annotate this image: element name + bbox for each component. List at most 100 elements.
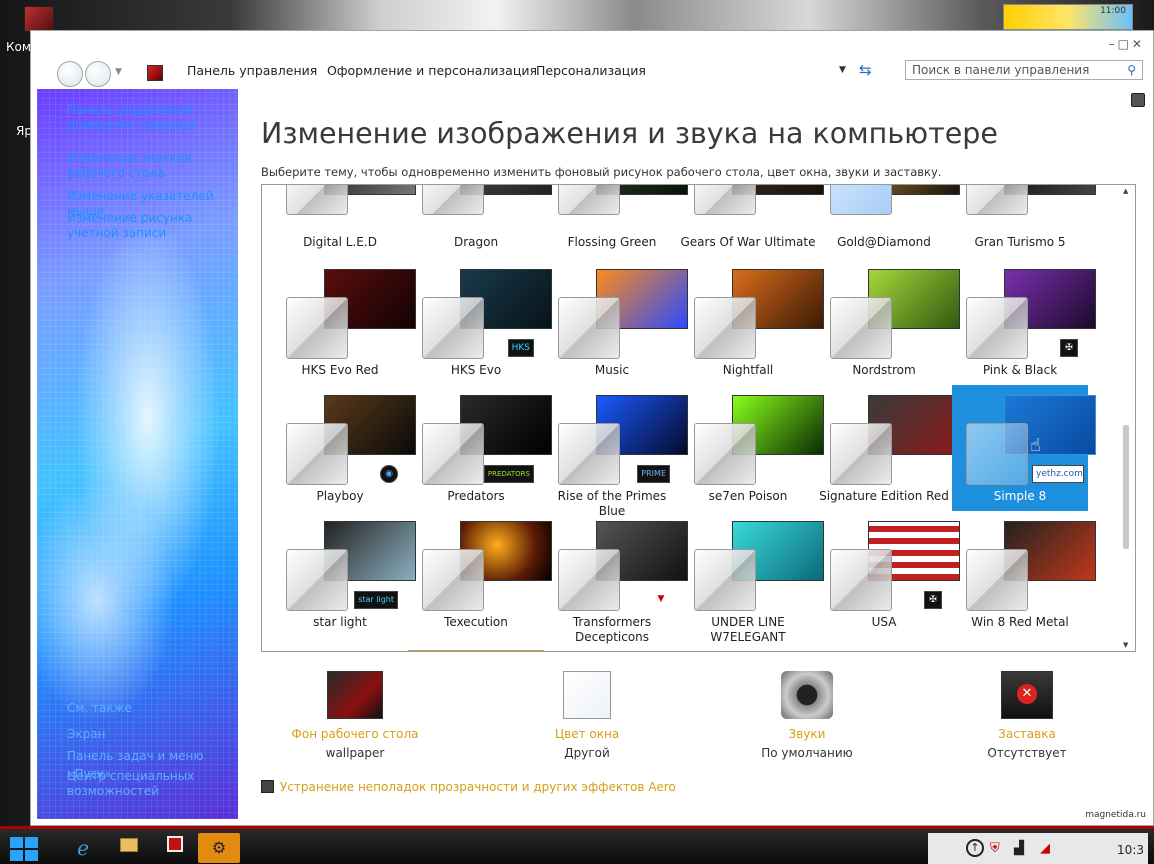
theme-under-line-w7elegant[interactable]: UNDER LINE W7ELEGANT xyxy=(680,511,824,644)
sidebar-link-display[interactable]: Экран xyxy=(67,725,237,743)
computer-desktop-label[interactable]: Ком xyxy=(6,40,31,54)
decepticon-logo-icon: ▼ xyxy=(652,591,670,609)
theme-music[interactable]: Music xyxy=(544,259,688,385)
breadcrumb-control-panel[interactable]: Панель управления xyxy=(187,63,317,78)
screensaver-link[interactable]: Заставка xyxy=(957,727,1097,741)
gadget-time: 11:00 xyxy=(1100,6,1126,16)
theme-rise-of-the-primes-blue[interactable]: PRIME Rise of the Primes Blue xyxy=(544,385,688,518)
theme-glass-swatch xyxy=(558,423,620,485)
speaker-icon xyxy=(781,671,833,719)
window-controls[interactable]: –□✕ xyxy=(1109,37,1145,51)
sidebar-link-home[interactable]: Панель управления – домашняя страница xyxy=(67,103,237,133)
theme-win-8-red-metal[interactable]: Win 8 Red Metal xyxy=(952,511,1096,637)
refresh-icon[interactable]: ⇆ xyxy=(859,61,872,79)
cross-logo-icon: ✠ xyxy=(924,591,942,609)
theme-nightfall[interactable]: Nightfall xyxy=(680,259,824,385)
aero-troubleshoot-link[interactable]: Устранение неполадок прозрачности и друг… xyxy=(261,780,676,794)
aero-troubleshoot-text[interactable]: Устранение неполадок прозрачности и друг… xyxy=(280,780,676,794)
theme-list-scrollbar[interactable]: ▲ ▼ xyxy=(1118,185,1135,651)
theme-se7en-poison[interactable]: se7en Poison xyxy=(680,385,824,511)
theme-name: Win 8 Red Metal xyxy=(971,615,1069,629)
theme-playboy[interactable]: ◉ Playboy xyxy=(272,385,416,511)
sounds-setting[interactable]: Звуки По умолчанию xyxy=(737,671,877,760)
start-logo-pane xyxy=(25,850,38,861)
navigation-bar: ▼ Панель управления Оформление и персона… xyxy=(31,55,1153,87)
theme-nordstrom[interactable]: Nordstrom xyxy=(816,259,960,385)
theme-pink-black[interactable]: ✠ Pink & Black xyxy=(952,259,1096,385)
weather-gadget: 11:00 xyxy=(1003,4,1133,30)
search-icon[interactable]: ⚲ xyxy=(1127,63,1136,77)
theme-glass-swatch xyxy=(966,549,1028,611)
start-button[interactable] xyxy=(10,837,40,863)
windows-orb-icon: ◉ xyxy=(380,465,398,483)
screensaver-value: Отсутствует xyxy=(987,746,1067,760)
security-shield-icon[interactable]: ⛨ xyxy=(990,841,1000,856)
theme-name: Flossing Green xyxy=(567,235,657,249)
control-panel-taskbar-button[interactable]: ⚙ xyxy=(198,833,240,863)
window-color-value: Другой xyxy=(564,746,610,760)
sidebar-link-desktop-icons[interactable]: Изменение значков рабочего стола xyxy=(67,151,237,181)
breadcrumb-appearance[interactable]: Оформление и персонализация xyxy=(327,63,537,78)
theme-glass-swatch xyxy=(966,423,1028,485)
theme-glass-swatch xyxy=(558,185,620,215)
theme-name: star light xyxy=(313,615,367,629)
theme-predators[interactable]: PREDATORS Predators xyxy=(408,385,552,511)
prime-logo-badge: PRIME xyxy=(637,465,670,483)
theme-glass-swatch xyxy=(694,297,756,359)
show-hidden-icons-icon[interactable]: ↑ xyxy=(966,839,984,857)
theme-signature-edition-red[interactable]: Signature Edition Red xyxy=(816,385,960,511)
clock[interactable]: 10:3 xyxy=(1117,843,1144,857)
theme-name: Digital L.E.D xyxy=(303,235,377,249)
media-player-icon[interactable] xyxy=(154,833,196,863)
back-button[interactable] xyxy=(57,61,83,87)
theme-glass-swatch xyxy=(286,549,348,611)
predators-logo-badge: PREDATORS xyxy=(483,465,534,483)
desktop-background-setting[interactable]: Фон рабочего стола wallpaper xyxy=(285,671,425,760)
theme-name: Gold@Diamond xyxy=(837,235,931,249)
file-explorer-icon[interactable] xyxy=(108,833,150,863)
taskbar: ℯ ⚙ ↑ ⛨ ▟ ◢ 10:3 xyxy=(0,826,1154,864)
window-color-link[interactable]: Цвет окна xyxy=(517,727,657,741)
theme-hks-evo[interactable]: HKS HKS Evo xyxy=(408,259,552,385)
theme-hks-evo-red[interactable]: HKS Evo Red xyxy=(272,259,416,385)
page-title: Изменение изображения и звука на компьют… xyxy=(261,117,998,150)
address-dropdown-icon[interactable]: ▼ xyxy=(839,65,846,75)
wallpaper-thumbnail xyxy=(327,671,383,719)
help-icon[interactable] xyxy=(1131,93,1145,107)
theme-texecution[interactable]: Texecution xyxy=(408,511,552,637)
theme-glass-swatch xyxy=(830,549,892,611)
forward-button[interactable] xyxy=(85,61,111,87)
recent-pages-dropdown-icon[interactable]: ▼ xyxy=(115,67,122,77)
theme-glass-swatch xyxy=(694,549,756,611)
theme-name: se7en Poison xyxy=(708,489,788,503)
scroll-down-icon[interactable]: ▼ xyxy=(1123,641,1128,649)
screensaver-monitor-icon: ✕ xyxy=(1001,671,1053,719)
theme-usa[interactable]: ✠ USA xyxy=(816,511,960,637)
sidebar-link-ease-of-access[interactable]: Центр специальных возможностей xyxy=(67,769,237,799)
screensaver-setting[interactable]: ✕ Заставка Отсутствует xyxy=(957,671,1097,760)
sounds-value: По умолчанию xyxy=(761,746,853,760)
sidebar-link-account-picture[interactable]: Изменение рисунка учетной записи xyxy=(67,211,237,241)
theme-name: Texecution xyxy=(444,615,508,629)
computer-desktop-icon[interactable] xyxy=(24,6,54,32)
theme-star-light[interactable]: star light star light xyxy=(272,511,416,637)
sounds-link[interactable]: Звуки xyxy=(737,727,877,741)
window-color-setting[interactable]: Цвет окна Другой xyxy=(517,671,657,760)
scroll-up-icon[interactable]: ▲ xyxy=(1123,187,1128,195)
cross-logo-icon: ✠ xyxy=(1060,339,1078,357)
network-icon[interactable]: ▟ xyxy=(1014,841,1024,856)
theme-transformers-decepticons[interactable]: ▼ Transformers Decepticons xyxy=(544,511,688,644)
scroll-thumb[interactable] xyxy=(1123,425,1129,549)
search-input[interactable] xyxy=(906,61,1112,79)
theme-simple-8[interactable]: yethz.com ☝ Simple 8 xyxy=(952,385,1096,511)
volume-icon[interactable]: ◢ xyxy=(1040,841,1050,856)
star-light-logo-badge: star light xyxy=(354,591,398,609)
desktop-background-value: wallpaper xyxy=(325,746,385,760)
theme-glass-swatch xyxy=(286,297,348,359)
breadcrumb-personalization[interactable]: Персонализация xyxy=(536,63,646,78)
desktop-background-link[interactable]: Фон рабочего стола xyxy=(285,727,425,741)
theme-name: Nightfall xyxy=(722,363,774,377)
theme-list[interactable]: Digital L.E.D Dragon Flossing Green Gear… xyxy=(261,184,1136,652)
internet-explorer-icon[interactable]: ℯ xyxy=(62,833,104,863)
search-box[interactable]: ⚲ xyxy=(905,60,1143,80)
